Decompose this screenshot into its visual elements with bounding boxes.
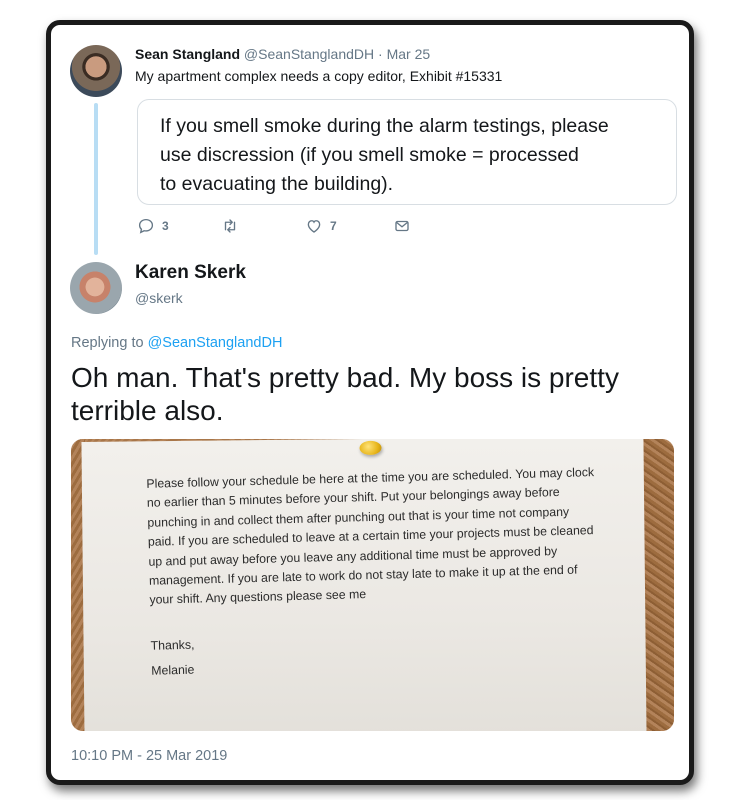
reply-icon — [138, 218, 154, 234]
quoted-line: to evacuating the building). — [160, 173, 394, 195]
pushpin-icon — [359, 440, 382, 456]
reply-timestamp[interactable]: 10:10 PM - 25 Mar 2019 — [71, 748, 227, 764]
parent-tweet-header: Sean Stangland @SeanStanglandDH · Mar 25 — [135, 46, 430, 62]
reply-tweet-text: Oh man. That's pretty bad. My boss is pr… — [71, 362, 619, 426]
like-count: 7 — [330, 219, 337, 233]
tweet-thread-card: Sean Stangland @SeanStanglandDH · Mar 25… — [46, 20, 694, 785]
parent-tweet-text: My apartment complex needs a copy editor… — [135, 68, 503, 84]
replying-prefix: Replying to — [71, 335, 144, 351]
retweet-icon — [224, 219, 236, 233]
like-button[interactable]: 7 — [305, 217, 337, 235]
note-signature: Melanie — [151, 662, 195, 679]
replying-to: Replying to @SeanStanglandDH — [71, 335, 282, 351]
reply-author-handle[interactable]: @skerk — [135, 290, 183, 306]
corkboard-edge — [642, 439, 674, 731]
quoted-text-card[interactable]: If you smell smoke during the alarm test… — [137, 99, 677, 205]
retweet-button[interactable] — [221, 217, 246, 235]
note-text: Please follow your schedule be here at t… — [146, 463, 601, 681]
thread-connector-line — [94, 103, 98, 255]
quoted-text: If you smell smoke during the alarm test… — [160, 112, 660, 199]
reply-count: 3 — [162, 219, 169, 233]
avatar-sean[interactable] — [70, 45, 122, 97]
reply-button[interactable]: 3 — [137, 217, 169, 235]
quoted-line: use discression (if you smell smoke = pr… — [160, 144, 579, 166]
author-name[interactable]: Sean Stangland — [135, 46, 240, 62]
separator-dot: · — [378, 46, 383, 62]
attached-photo[interactable]: Please follow your schedule be here at t… — [71, 439, 674, 731]
avatar-karen[interactable] — [70, 262, 122, 314]
direct-message-button[interactable] — [393, 217, 411, 235]
dm-icon — [395, 220, 409, 232]
posted-note-paper: Please follow your schedule be here at t… — [81, 439, 647, 731]
like-icon — [307, 220, 321, 233]
tweet-date[interactable]: Mar 25 — [387, 46, 431, 62]
quoted-line: If you smell smoke during the alarm test… — [160, 115, 609, 137]
replying-to-link[interactable]: @SeanStanglandDH — [148, 335, 283, 351]
note-body: Please follow your schedule be here at t… — [146, 465, 595, 608]
author-handle[interactable]: @SeanStanglandDH — [244, 46, 374, 62]
reply-author-name[interactable]: Karen Skerk — [135, 262, 246, 284]
